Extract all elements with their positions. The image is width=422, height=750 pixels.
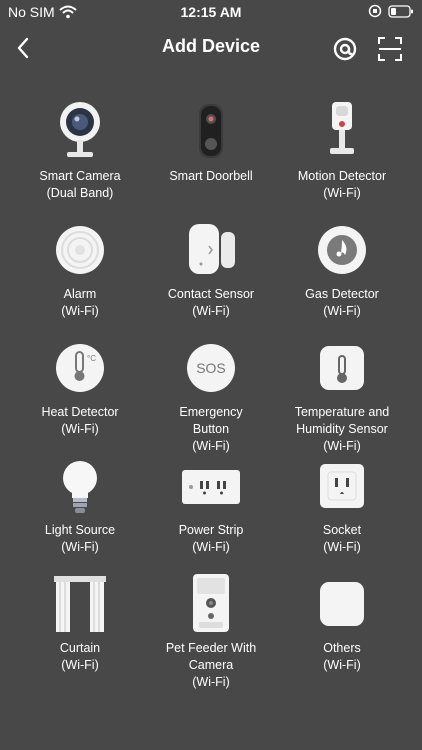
motion-detector-icon bbox=[330, 102, 354, 154]
others-icon bbox=[320, 582, 364, 626]
device-tile-motion-detector[interactable]: Motion Detector (Wi-Fi) bbox=[277, 100, 407, 218]
device-label: Others (Wi-Fi) bbox=[323, 641, 361, 672]
device-tile-others[interactable]: Others (Wi-Fi) bbox=[277, 572, 407, 690]
device-label: Smart Camera (Dual Band) bbox=[39, 169, 121, 200]
device-tile-heat-detector[interactable]: °C Heat Detector (Wi-Fi) bbox=[15, 336, 145, 454]
device-label: Heat Detector (Wi-Fi) bbox=[41, 405, 119, 436]
thermometer-icon bbox=[320, 346, 364, 390]
device-tile-curtain[interactable]: Curtain (Wi-Fi) bbox=[15, 572, 145, 690]
device-tile-emergency-button[interactable]: SOS Emergency Button (Wi-Fi) bbox=[146, 336, 276, 454]
device-tile-light-source[interactable]: Light Source (Wi-Fi) bbox=[15, 454, 145, 572]
battery-icon bbox=[388, 4, 413, 18]
device-label: Gas Detector (Wi-Fi) bbox=[305, 287, 379, 318]
device-tile-smart-doorbell[interactable]: Smart Doorbell bbox=[146, 100, 276, 218]
orientation-lock-icon bbox=[368, 4, 382, 18]
device-label: Power Strip (Wi-Fi) bbox=[178, 523, 244, 554]
device-label: Temperature and Humidity Sensor (Wi-Fi) bbox=[294, 405, 390, 453]
status-bar: No SIM 12:15 AM bbox=[0, 0, 422, 24]
device-label: Curtain (Wi-Fi) bbox=[59, 641, 101, 672]
device-tile-power-strip[interactable]: Power Strip (Wi-Fi) bbox=[146, 454, 276, 572]
smart-camera-icon bbox=[60, 102, 100, 157]
light-bulb-icon bbox=[63, 461, 97, 513]
contact-sensor-icon bbox=[189, 224, 235, 274]
device-label: Light Source (Wi-Fi) bbox=[44, 523, 116, 554]
heat-detector-icon: °C bbox=[56, 344, 104, 392]
emergency-button-icon: SOS bbox=[187, 344, 235, 392]
scan-icon[interactable] bbox=[376, 35, 404, 63]
nav-bar: Add Device bbox=[0, 28, 422, 68]
device-label: Pet Feeder With Camera (Wi-Fi) bbox=[165, 641, 257, 689]
device-label: Emergency Button (Wi-Fi) bbox=[179, 405, 243, 453]
device-tile-socket[interactable]: Socket (Wi-Fi) bbox=[277, 454, 407, 572]
curtain-icon bbox=[54, 576, 106, 632]
socket-icon bbox=[320, 464, 364, 508]
status-time: 12:15 AM bbox=[180, 4, 242, 20]
device-grid: Smart Camera(Dual Band) Smart Doorbell bbox=[15, 100, 407, 690]
device-label: Contact Sensor (Wi-Fi) bbox=[167, 287, 255, 318]
device-label: Motion Detector (Wi-Fi) bbox=[297, 169, 387, 200]
gas-detector-icon bbox=[318, 226, 366, 274]
device-tile-pet-feeder[interactable]: Pet Feeder With Camera (Wi-Fi) bbox=[146, 572, 276, 690]
device-label: Socket (Wi-Fi) bbox=[322, 523, 362, 554]
device-tile-gas-detector[interactable]: Gas Detector (Wi-Fi) bbox=[277, 218, 407, 336]
power-strip-icon bbox=[182, 470, 240, 504]
device-tile-temperature-humidity-sensor[interactable]: Temperature and Humidity Sensor (Wi-Fi) bbox=[277, 336, 407, 454]
status-right bbox=[368, 4, 414, 18]
device-label: Smart Doorbell bbox=[169, 169, 253, 183]
smart-doorbell-icon bbox=[199, 104, 223, 158]
alarm-icon bbox=[56, 226, 104, 274]
pet-feeder-icon bbox=[193, 574, 229, 632]
device-label: Alarm (Wi-Fi) bbox=[61, 287, 99, 318]
svg-text:SOS: SOS bbox=[196, 360, 226, 376]
svg-text:°C: °C bbox=[87, 354, 96, 363]
device-tile-contact-sensor[interactable]: Contact Sensor (Wi-Fi) bbox=[146, 218, 276, 336]
device-tile-smart-camera[interactable]: Smart Camera (Dual Band) bbox=[15, 100, 145, 218]
at-sign-icon[interactable] bbox=[331, 35, 359, 63]
device-tile-alarm[interactable]: Alarm (Wi-Fi) bbox=[15, 218, 145, 336]
